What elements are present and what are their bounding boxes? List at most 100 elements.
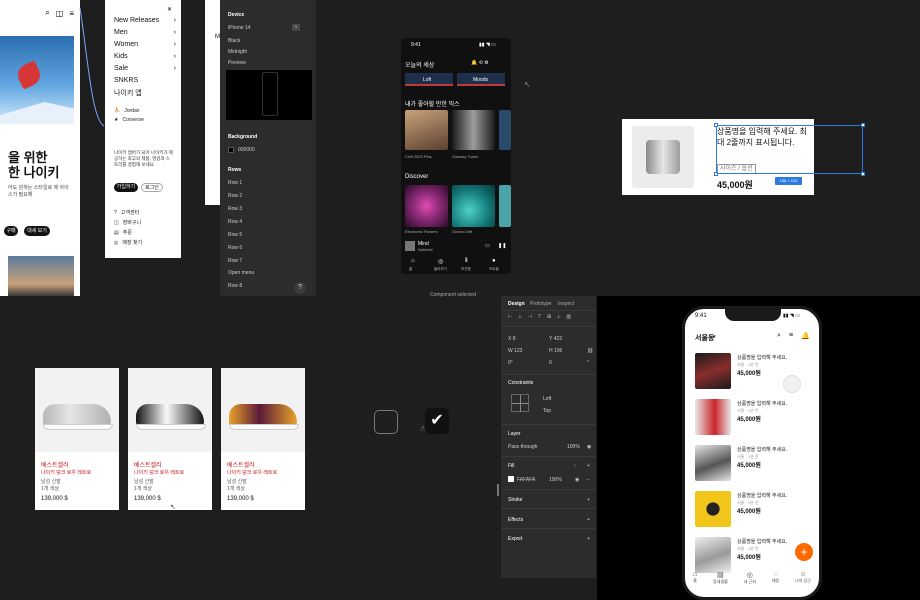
row-item[interactable]: Row 3 [228, 206, 242, 212]
properties-panel[interactable]: Device iPhone 14 1 Black Midnight Previe… [220, 0, 316, 296]
w-field[interactable]: W 123 [508, 348, 522, 354]
lock-ratio-icon[interactable]: ⛓ [587, 348, 593, 354]
tab-inspect[interactable]: Inspect [558, 301, 574, 307]
menu-orders[interactable]: ▤ 주문 [114, 229, 132, 237]
device-option-black[interactable]: Black [228, 38, 240, 44]
rotation-field[interactable]: 0° [508, 360, 513, 366]
radius-field[interactable]: 0 [549, 360, 552, 366]
menu-cart[interactable]: ◫ 장바구니 [114, 219, 141, 227]
fill-styles-icon[interactable]: ⁘ [573, 463, 577, 469]
constraints-widget[interactable] [511, 394, 529, 412]
header-icons[interactable]: 🔔 ⟲ ⚙ [471, 60, 489, 66]
row-item[interactable]: Row 8 [228, 283, 242, 289]
menu-link-converse[interactable]: ★ Converse [114, 117, 144, 123]
discover-thumb-2[interactable] [452, 185, 495, 227]
chip-lofi[interactable]: Lofi [405, 73, 453, 86]
menu-item-snkrs[interactable]: SNKRS [114, 77, 176, 84]
item-image[interactable] [695, 399, 731, 435]
menu-link-jordan[interactable]: ⛹ Jordan [114, 108, 140, 114]
menu-stores[interactable]: ◎ 매장 찾기 [114, 239, 142, 247]
bag-icon[interactable]: ◫ [56, 9, 64, 18]
shoe-card[interactable]: 베스트셀러 나이키 덩크 로우 레트로 남성 신발 1개 색상 139,000 … [128, 368, 212, 510]
cast-icon[interactable]: ▭ [485, 243, 490, 249]
checkbox-checked[interactable]: ✔ [425, 408, 449, 434]
checkbox-unchecked[interactable] [374, 410, 398, 434]
profile-tab-icon[interactable]: ● [492, 258, 496, 264]
h-field[interactable]: H 106 [549, 348, 562, 354]
tab-nearby[interactable]: ◎ 내 근처 [744, 571, 756, 597]
shoe-card[interactable]: 베스트셀러 나이키 덩크 로우 레트로 남성 신발 1개 색상 139,000 … [35, 368, 119, 510]
shoe-card[interactable]: 베스트셀러 나이키 덩크 로우 레트로 남성 신발 1개 색상 139,000 … [221, 368, 305, 510]
menu-item-women[interactable]: Women › [114, 41, 176, 48]
add-stroke-icon[interactable]: + [587, 497, 590, 503]
tab-community[interactable]: ▤ 동네생활 [713, 571, 728, 597]
hero-more-button[interactable]: 대세 보기 [24, 226, 50, 236]
add-export-icon[interactable]: + [587, 536, 590, 542]
resize-handle[interactable] [861, 123, 865, 127]
mix-thumb-3[interactable] [499, 110, 511, 150]
device-option-midnight[interactable]: Midnight [228, 49, 247, 55]
tab-prototype[interactable]: Prototype [530, 301, 551, 307]
marketplace-phone[interactable]: 9:41 ▮▮ ◥ ▭ 서울동 ▾ ⌕ ≡ 🔔 상품명을 입력해 주세요. 서울… [682, 306, 822, 600]
chip-moods[interactable]: Moods [457, 73, 505, 86]
x-field[interactable]: X 8 [508, 336, 516, 342]
menu-icon[interactable]: ≡ [69, 9, 74, 18]
y-field[interactable]: Y 422 [549, 336, 562, 342]
search-icon[interactable]: ⌕ [45, 8, 49, 18]
layer-opacity[interactable]: 100% [567, 444, 580, 450]
fill-opacity[interactable]: 100% [549, 477, 562, 483]
fill-visibility-icon[interactable]: ◉ [575, 477, 579, 483]
chevron-down-icon[interactable]: ▾ [713, 334, 716, 340]
menu-item-kids[interactable]: Kids › [114, 53, 176, 60]
menu-item-sale[interactable]: Sale › [114, 65, 176, 72]
device-count[interactable]: 1 [292, 24, 300, 31]
row-item[interactable]: Row 5 [228, 232, 242, 238]
resize-handle[interactable] [714, 172, 718, 176]
add-effect-icon[interactable]: + [587, 517, 590, 523]
device-select[interactable]: iPhone 14 [228, 25, 251, 31]
menu-item-new-releases[interactable]: New Releases › [114, 17, 176, 24]
tab-home[interactable]: ⌂ 홈 [693, 571, 697, 597]
partial-frame[interactable]: M [205, 0, 220, 205]
tab-profile[interactable]: ☺ 나의 당근 [795, 571, 811, 597]
search-icon[interactable]: ⌕ [777, 332, 781, 340]
home-tab-icon[interactable]: ⌂ [411, 258, 415, 264]
row-item[interactable]: Row 6 [228, 245, 242, 251]
library-tab-icon[interactable]: ⫴ [465, 258, 468, 265]
design-panel[interactable]: Design Prototype Inspect ⊢ ⊥ ⊣ ⊤ ⊞ ⊥ ▥ X… [501, 296, 596, 578]
nike-home-frame[interactable]: ⌕ ◫ ≡ 을 위한 한 나이키 어도 원하는 스타일로 에 아이스가 필요해 … [0, 0, 80, 296]
background-swatch[interactable] [228, 147, 234, 153]
item-image[interactable] [695, 353, 731, 389]
fill-hex[interactable]: FAFAFA [517, 477, 535, 483]
music-app-frame[interactable]: 9:41 ▮▮ ◥ ▭ 오늘의 세상 🔔 ⟲ ⚙ Lofi Moods 내가 좋… [401, 38, 511, 274]
location-title[interactable]: 서울동 [695, 333, 714, 343]
bell-icon[interactable]: 🔔 [801, 332, 810, 340]
menu-item-men[interactable]: Men › [114, 29, 176, 36]
add-post-button[interactable]: + [795, 543, 813, 561]
fill-swatch[interactable] [508, 476, 514, 482]
blend-mode-select[interactable]: Pass through [508, 444, 537, 450]
login-button[interactable]: 로그인 [141, 183, 163, 192]
panel-resize-handle[interactable] [497, 484, 499, 496]
menu-help[interactable]: ? 고객센터 [114, 209, 139, 217]
mix-thumb-2[interactable] [452, 110, 495, 150]
explore-tab-icon[interactable]: ◎ [438, 258, 443, 265]
nike-menu-frame[interactable]: ✕ New Releases › Men › Women › Kids › Sale › … [105, 0, 181, 258]
close-icon[interactable]: ✕ [167, 6, 172, 13]
background-hex[interactable]: 000000 [238, 147, 255, 153]
tab-design[interactable]: Design [508, 301, 525, 307]
mix-thumb-1[interactable] [405, 110, 448, 150]
tab-chat[interactable]: ◌ 채팅 [772, 571, 779, 597]
discover-thumb-1[interactable] [405, 185, 448, 227]
row-item[interactable]: Row 1 [228, 180, 242, 186]
selection-box[interactable] [716, 125, 863, 174]
visibility-icon[interactable]: ◉ [587, 444, 591, 450]
item-image[interactable] [695, 491, 731, 527]
resize-handle[interactable] [861, 172, 865, 176]
discover-thumb-3[interactable] [499, 185, 511, 227]
menu-item-app[interactable]: 나이키 앱 [114, 88, 176, 98]
menu-icon[interactable]: ≡ [789, 332, 793, 339]
hero-buy-button[interactable]: 구매 [4, 226, 18, 236]
design-canvas[interactable]: ⌕ ◫ ≡ 을 위한 한 나이키 어도 원하는 스타일로 에 아이스가 필요해 … [0, 0, 920, 600]
row-item[interactable]: Row 7 [228, 258, 242, 264]
